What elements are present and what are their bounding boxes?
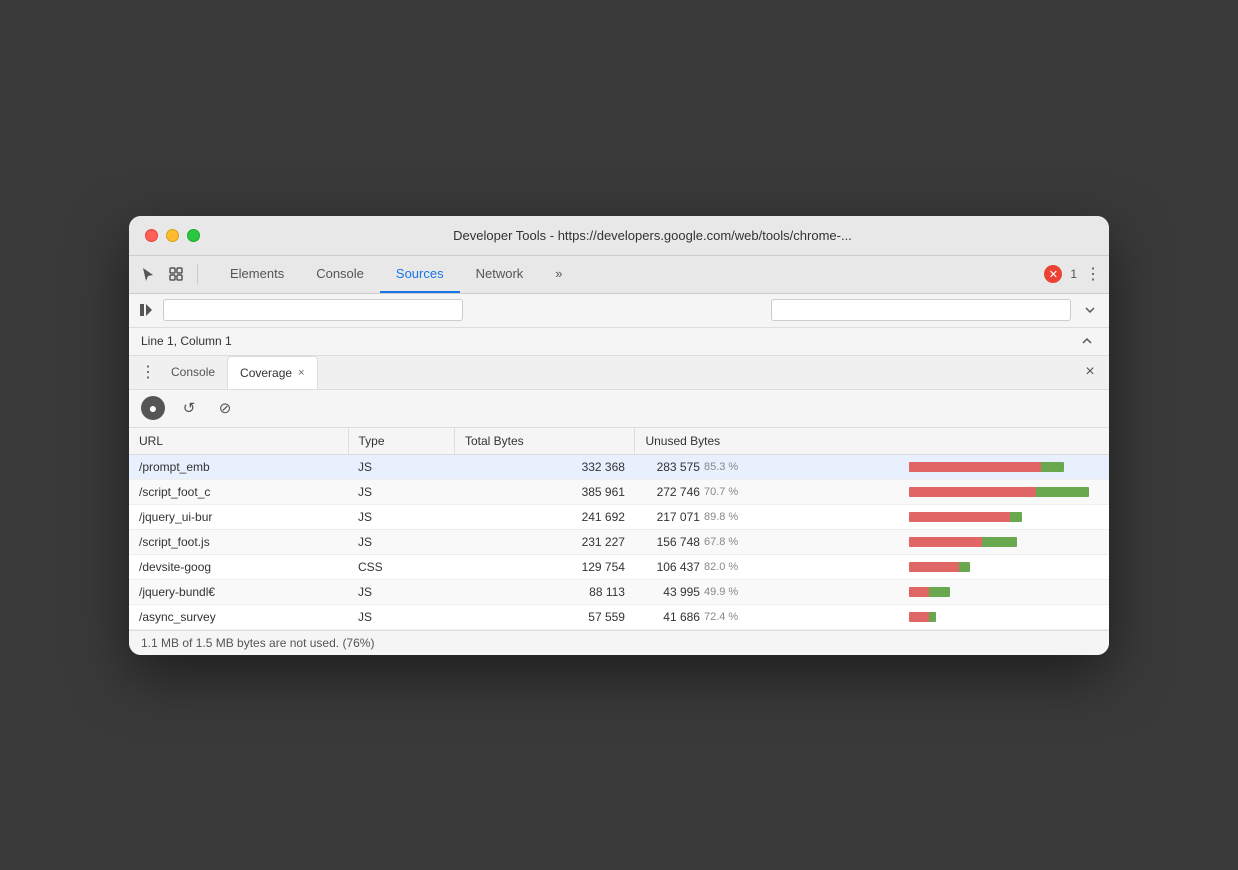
cell-type: CSS xyxy=(348,554,454,579)
coverage-table: URL Type Total Bytes Unused Bytes /promp… xyxy=(129,428,1109,630)
drawer-tab-coverage[interactable]: Coverage × xyxy=(227,356,317,389)
window-title: Developer Tools - https://developers.goo… xyxy=(212,228,1093,243)
cell-bar xyxy=(909,479,1109,504)
cell-unused-bytes: 272 746 70.7 % xyxy=(635,479,909,504)
cell-unused-bytes: 43 995 49.9 % xyxy=(635,579,909,604)
cell-url: /script_foot.js xyxy=(129,529,348,554)
sources-input-divider xyxy=(471,301,763,319)
table-header-row: URL Type Total Bytes Unused Bytes xyxy=(129,428,1109,455)
cell-total-bytes: 88 113 xyxy=(454,579,635,604)
status-bar: Line 1, Column 1 xyxy=(129,328,1109,356)
cell-unused-bytes: 217 071 89.8 % xyxy=(635,504,909,529)
table-row[interactable]: /jquery_ui-burJS241 692 217 071 89.8 % xyxy=(129,504,1109,529)
table-row[interactable]: /devsite-googCSS129 754 106 437 82.0 % xyxy=(129,554,1109,579)
error-icon: ✕ xyxy=(1044,265,1062,283)
sources-filter-input[interactable] xyxy=(771,299,1071,321)
col-unused-bytes[interactable]: Unused Bytes xyxy=(635,428,1109,455)
cell-url: /script_foot_c xyxy=(129,479,348,504)
cell-total-bytes: 385 961 xyxy=(454,479,635,504)
drawer-tab-console[interactable]: Console xyxy=(159,356,227,389)
cell-type: JS xyxy=(348,579,454,604)
clear-button[interactable]: ⊘ xyxy=(213,396,237,420)
cell-url: /prompt_emb xyxy=(129,454,348,479)
cell-type: JS xyxy=(348,504,454,529)
cell-bar xyxy=(909,579,1109,604)
main-tabs: Elements Console Sources Network » xyxy=(214,256,1044,293)
cell-url: /jquery-bundl€ xyxy=(129,579,348,604)
cell-url: /jquery_ui-bur xyxy=(129,504,348,529)
cell-bar xyxy=(909,504,1109,529)
cursor-icon[interactable] xyxy=(137,263,159,285)
record-button[interactable]: ● xyxy=(141,396,165,420)
maximize-button[interactable] xyxy=(187,229,200,242)
cell-unused-bytes: 283 575 85.3 % xyxy=(635,454,909,479)
footer-text: 1.1 MB of 1.5 MB bytes are not used. (76… xyxy=(141,636,374,650)
coverage-toolbar: ● ↺ ⊘ xyxy=(129,390,1109,428)
cell-bar xyxy=(909,554,1109,579)
tool-icons xyxy=(137,263,202,285)
cursor-position: Line 1, Column 1 xyxy=(141,334,232,348)
error-count: 1 xyxy=(1070,267,1077,281)
tab-divider xyxy=(197,264,198,284)
coverage-table-wrapper: URL Type Total Bytes Unused Bytes /promp… xyxy=(129,428,1109,630)
close-button[interactable] xyxy=(145,229,158,242)
cell-bar xyxy=(909,454,1109,479)
window-controls xyxy=(145,229,200,242)
drawer-tab-bar: ⋮ Console Coverage × × xyxy=(129,356,1109,390)
cell-unused-bytes: 156 748 67.8 % xyxy=(635,529,909,554)
expand-icon[interactable] xyxy=(1077,331,1097,351)
col-total-bytes[interactable]: Total Bytes xyxy=(454,428,635,455)
main-tab-bar: Elements Console Sources Network » ✕ 1 ⋮ xyxy=(129,256,1109,294)
minimize-button[interactable] xyxy=(166,229,179,242)
table-row[interactable]: /prompt_embJS332 368 283 575 85.3 % xyxy=(129,454,1109,479)
coverage-footer: 1.1 MB of 1.5 MB bytes are not used. (76… xyxy=(129,630,1109,655)
cell-url: /devsite-goog xyxy=(129,554,348,579)
tab-end-controls: ✕ 1 ⋮ xyxy=(1044,264,1101,284)
table-row[interactable]: /script_foot_cJS385 961 272 746 70.7 % xyxy=(129,479,1109,504)
devtools-window: Developer Tools - https://developers.goo… xyxy=(129,216,1109,655)
tab-console[interactable]: Console xyxy=(300,256,380,293)
cell-type: JS xyxy=(348,454,454,479)
cell-bar xyxy=(909,529,1109,554)
reload-button[interactable]: ↺ xyxy=(177,396,201,420)
cell-total-bytes: 57 559 xyxy=(454,604,635,629)
more-menu-icon[interactable]: ⋮ xyxy=(1085,264,1101,284)
inspect-icon[interactable] xyxy=(165,263,187,285)
cell-total-bytes: 231 227 xyxy=(454,529,635,554)
title-bar: Developer Tools - https://developers.goo… xyxy=(129,216,1109,256)
table-row[interactable]: /script_foot.jsJS231 227 156 748 67.8 % xyxy=(129,529,1109,554)
tab-sources[interactable]: Sources xyxy=(380,256,460,293)
cell-type: JS xyxy=(348,479,454,504)
cell-url: /async_survey xyxy=(129,604,348,629)
coverage-tab-close[interactable]: × xyxy=(298,367,304,379)
drawer-more-icon[interactable]: ⋮ xyxy=(137,361,159,383)
cell-bar xyxy=(909,604,1109,629)
sources-toolbar xyxy=(129,294,1109,328)
cell-unused-bytes: 41 686 72.4 % xyxy=(635,604,909,629)
tab-network[interactable]: Network xyxy=(460,256,540,293)
drawer-close-button[interactable]: × xyxy=(1079,361,1101,383)
cell-total-bytes: 241 692 xyxy=(454,504,635,529)
table-row[interactable]: /async_surveyJS57 559 41 686 72.4 % xyxy=(129,604,1109,629)
cell-unused-bytes: 106 437 82.0 % xyxy=(635,554,909,579)
chevron-down-icon[interactable] xyxy=(1079,299,1101,321)
col-url[interactable]: URL xyxy=(129,428,348,455)
sources-play-icon[interactable] xyxy=(137,301,155,319)
tab-elements[interactable]: Elements xyxy=(214,256,300,293)
cell-total-bytes: 332 368 xyxy=(454,454,635,479)
cell-total-bytes: 129 754 xyxy=(454,554,635,579)
tab-more[interactable]: » xyxy=(539,256,578,293)
cell-type: JS xyxy=(348,529,454,554)
sources-search-input[interactable] xyxy=(163,299,463,321)
col-type[interactable]: Type xyxy=(348,428,454,455)
cell-type: JS xyxy=(348,604,454,629)
table-row[interactable]: /jquery-bundl€JS88 113 43 995 49.9 % xyxy=(129,579,1109,604)
